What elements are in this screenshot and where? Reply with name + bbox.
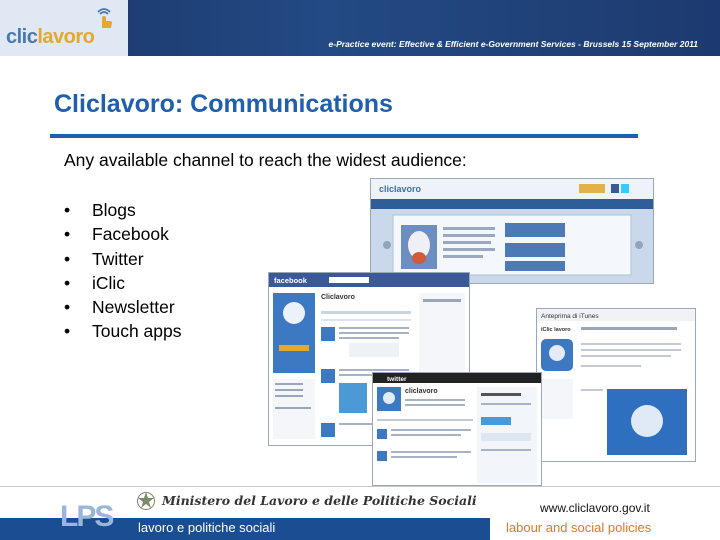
- itunes-screenshot: Anteprima di iTunes iClic lavoro: [536, 308, 696, 462]
- twitter-account-name: cliclavoro: [405, 388, 438, 395]
- blog-page-graphic: cliclavoro: [371, 179, 653, 283]
- ministry-name: Ministero del Lavoro e delle Politiche S…: [162, 493, 477, 508]
- list-item: • Twitter: [64, 248, 144, 269]
- footer-divider: [0, 486, 720, 487]
- logo-wordmark: cliclavoro: [6, 26, 95, 49]
- twitter-screenshot: twitter cliclavoro: [372, 372, 542, 486]
- website-link[interactable]: www.cliclavoro.gov.it: [540, 501, 650, 515]
- hand-touch-icon: [97, 8, 112, 28]
- italian-republic-emblem-icon: [137, 492, 155, 510]
- list-item: • iClic: [64, 272, 126, 293]
- lps-logo: LPS: [60, 500, 114, 533]
- svg-text:cliclavoro: cliclavoro: [379, 184, 422, 194]
- header-band: cliclavoro e-Practice event: Effective &…: [0, 0, 720, 56]
- cliclavoro-logo: cliclavoro: [0, 0, 128, 56]
- logo-clic: clic: [6, 26, 38, 48]
- blog-screenshot: cliclavoro: [370, 178, 654, 284]
- list-item: • Facebook: [64, 224, 169, 245]
- ministry-tagline: lavoro e politiche sociali: [138, 520, 276, 535]
- slide-title: Cliclavoro: Communications: [54, 90, 393, 118]
- list-item: • Newsletter: [64, 297, 175, 318]
- itunes-title: Anteprima di iTunes: [541, 313, 599, 320]
- event-caption: e-Practice event: Effective & Efficient …: [328, 39, 698, 49]
- itunes-page-graphic: Anteprima di iTunes iClic lavoro: [537, 309, 695, 461]
- twitter-logo-text: twitter: [387, 376, 407, 383]
- lead-text: Any available channel to reach the wides…: [64, 150, 467, 170]
- logo-lavoro: lavoro: [37, 26, 95, 48]
- list-item: • Blogs: [64, 200, 136, 220]
- list-item: • Touch apps: [64, 321, 182, 342]
- facebook-page-name: Cliclavoro: [321, 294, 355, 301]
- title-underline: [50, 134, 638, 138]
- labour-tagline: labour and social policies: [506, 520, 652, 535]
- itunes-app-name: iClic lavoro: [541, 327, 571, 333]
- channel-list: • Blogs • Facebook • Twitter • iClic • Newsle…: [64, 198, 182, 344]
- twitter-page-graphic: twitter cliclavoro: [373, 373, 541, 485]
- facebook-logo-text: facebook: [274, 276, 308, 285]
